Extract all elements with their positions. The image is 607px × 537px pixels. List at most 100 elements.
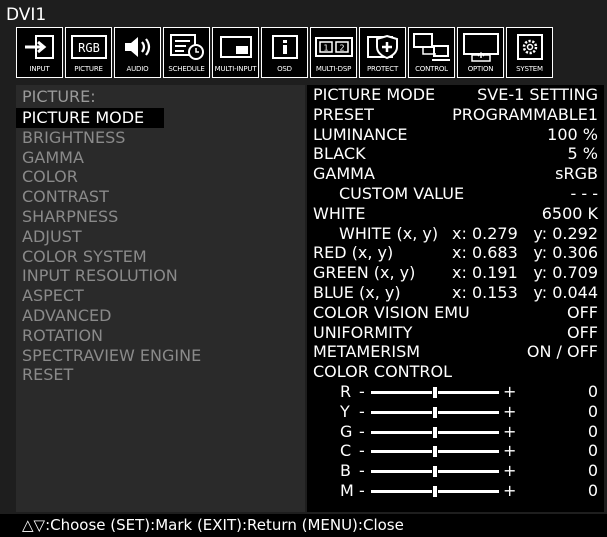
menu-list: PICTURE MODE BRIGHTNESS GAMMA COLOR CONT…	[16, 108, 305, 385]
slider-label: M	[340, 480, 354, 500]
tab-option-label: OPTION	[467, 65, 494, 73]
setting-luminance[interactable]: LUMINANCE 100 %	[307, 125, 604, 145]
plus-sign: +	[503, 461, 517, 481]
minus-sign: -	[359, 441, 365, 461]
minus-sign: -	[359, 421, 365, 441]
setting-metamerism[interactable]: METAMERISM ON / OFF	[307, 342, 604, 362]
rgb-icon: RGB	[70, 35, 107, 59]
slider-m[interactable]: M - +0	[307, 481, 604, 501]
menu-item-aspect[interactable]: ASPECT	[16, 286, 305, 306]
menu-item-spectraview-engine[interactable]: SPECTRAVIEW ENGINE	[16, 346, 305, 366]
setting-preset[interactable]: PRESET PROGRAMMABLE1	[307, 105, 604, 125]
network-computers-icon	[412, 33, 450, 61]
slider-thumb[interactable]	[432, 484, 438, 498]
slider-label: B	[340, 461, 351, 481]
shield-plus-icon	[366, 34, 398, 60]
slider-thumb[interactable]	[432, 385, 438, 399]
setting-value: SVE-1 SETTING	[477, 85, 598, 104]
setting-custom-value[interactable]: CUSTOM VALUE - - -	[307, 184, 604, 204]
plus-sign: +	[503, 381, 517, 401]
slider-thumb[interactable]	[432, 465, 438, 479]
slider-value: 0	[587, 441, 598, 461]
setting-label: PRESET	[313, 104, 374, 124]
setting-value: OFF	[567, 322, 598, 342]
setting-white-xy[interactable]: WHITE (x, y) x: 0.279 y: 0.292	[307, 224, 604, 244]
menu-item-advanced[interactable]: ADVANCED	[16, 306, 305, 326]
slider-g[interactable]: G - +0	[307, 422, 604, 442]
menu-title: PICTURE:	[22, 87, 96, 106]
x-value: x: 0.153	[452, 282, 518, 302]
plus-sign: +	[503, 480, 517, 500]
tab-audio[interactable]: AUDIO	[114, 27, 161, 78]
slider-thumb[interactable]	[432, 425, 438, 439]
setting-black[interactable]: BLACK 5 %	[307, 144, 604, 164]
x-value: x: 0.279	[452, 223, 518, 243]
slider-r[interactable]: R - +0	[307, 382, 604, 402]
menu-tab-bar: INPUT RGB PICTURE AUDIO SCHEDULE MULTI-I…	[16, 27, 553, 79]
tab-protect-label: PROTECT	[366, 65, 399, 73]
tab-osd[interactable]: OSD	[261, 27, 308, 78]
pip-window-icon	[219, 36, 252, 58]
slider-value: 0	[587, 401, 598, 421]
slider-label: R	[340, 381, 352, 401]
svg-text:RGB: RGB	[78, 41, 100, 55]
menu-item-gamma[interactable]: GAMMA	[16, 148, 305, 168]
tab-multi-input[interactable]: MULTI-INPUT	[212, 27, 259, 78]
setting-blue-xy[interactable]: BLUE (x, y) x: 0.153 y: 0.044	[307, 283, 604, 303]
menu-item-input-resolution[interactable]: INPUT RESOLUTION	[16, 266, 305, 286]
setting-gamma[interactable]: GAMMA sRGB	[307, 164, 604, 184]
setting-label: CUSTOM VALUE	[339, 183, 465, 203]
picture-menu: PICTURE: PICTURE MODE BRIGHTNESS GAMMA C…	[16, 85, 305, 512]
tab-picture[interactable]: RGB PICTURE	[65, 27, 112, 78]
setting-label: GREEN (x, y)	[313, 263, 416, 283]
setting-color-vision-emu[interactable]: COLOR VISION EMU OFF	[307, 303, 604, 323]
setting-uniformity[interactable]: UNIFORMITY OFF	[307, 323, 604, 343]
menu-item-picture-mode[interactable]: PICTURE MODE	[16, 108, 164, 128]
setting-label: BLACK	[313, 144, 366, 164]
slider-c[interactable]: C - +0	[307, 441, 604, 461]
tab-control[interactable]: CONTROL	[408, 27, 455, 78]
tab-system-label: SYSTEM	[516, 65, 543, 73]
setting-red-xy[interactable]: RED (x, y) x: 0.683 y: 0.306	[307, 243, 604, 263]
tab-multi-dsp[interactable]: 1 2 MULTI-DSP	[310, 27, 357, 78]
setting-picture-mode[interactable]: PICTURE MODE SVE-1 SETTING	[307, 85, 604, 105]
tab-picture-label: PICTURE	[74, 65, 103, 73]
y-value: y: 0.709	[533, 263, 598, 283]
schedule-clock-icon	[169, 34, 204, 60]
key-help-bar: △▽:Choose (SET):Mark (EXIT):Return (MENU…	[0, 514, 607, 537]
slider-value: 0	[587, 461, 598, 481]
slider-thumb[interactable]	[432, 405, 438, 419]
slider-b[interactable]: B - +0	[307, 461, 604, 481]
tab-multi-input-label: MULTI-INPUT	[214, 65, 257, 73]
menu-item-rotation[interactable]: ROTATION	[16, 326, 305, 346]
setting-white[interactable]: WHITE 6500 K	[307, 204, 604, 224]
menu-item-color-system[interactable]: COLOR SYSTEM	[16, 247, 305, 267]
menu-item-brightness[interactable]: BRIGHTNESS	[16, 128, 305, 148]
setting-green-xy[interactable]: GREEN (x, y) x: 0.191 y: 0.709	[307, 263, 604, 283]
y-value: y: 0.306	[533, 243, 598, 263]
setting-label: WHITE (x, y)	[339, 223, 439, 243]
slider-y[interactable]: Y - +0	[307, 402, 604, 422]
slider-value: 0	[587, 480, 598, 500]
x-value: x: 0.683	[452, 243, 518, 263]
slider-label: Y	[340, 401, 350, 421]
tab-system[interactable]: SYSTEM	[506, 27, 553, 78]
slider-thumb[interactable]	[432, 445, 438, 459]
monitor-upload-icon	[462, 33, 499, 62]
setting-label: LUMINANCE	[313, 124, 408, 144]
tab-protect[interactable]: PROTECT	[359, 27, 406, 78]
tab-input[interactable]: INPUT	[16, 27, 63, 78]
tab-input-label: INPUT	[29, 65, 50, 73]
y-value: y: 0.292	[533, 223, 598, 243]
setting-value: 6500 K	[541, 203, 598, 223]
tab-option[interactable]: OPTION	[457, 27, 504, 78]
menu-item-sharpness[interactable]: SHARPNESS	[16, 207, 305, 227]
menu-item-color[interactable]: COLOR	[16, 167, 305, 187]
setting-color-control: COLOR CONTROL	[307, 362, 604, 382]
menu-item-reset[interactable]: RESET	[16, 365, 305, 385]
tab-control-label: CONTROL	[415, 65, 448, 73]
tab-schedule[interactable]: SCHEDULE	[163, 27, 210, 78]
menu-item-contrast[interactable]: CONTRAST	[16, 187, 305, 207]
setting-value: sRGB	[555, 164, 598, 184]
menu-item-adjust[interactable]: ADJUST	[16, 227, 305, 247]
